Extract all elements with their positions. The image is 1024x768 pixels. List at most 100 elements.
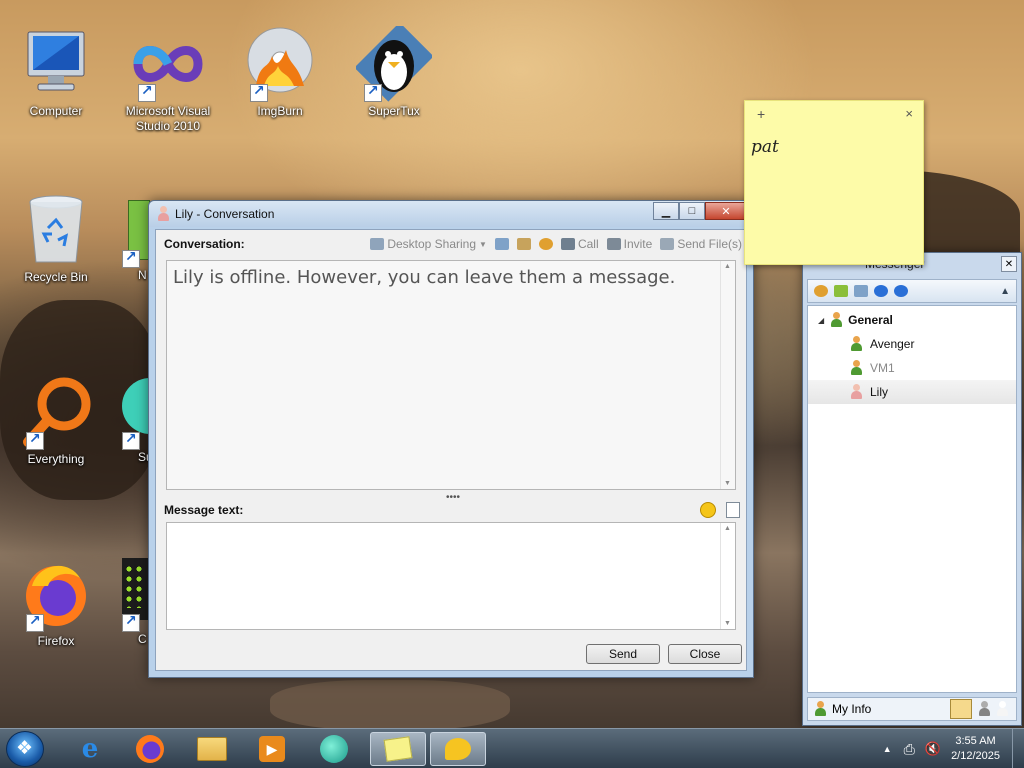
contact-item[interactable]: VM1 (808, 356, 1016, 380)
desktop-icon-label: Su (138, 450, 153, 464)
taskbar-messenger[interactable] (430, 732, 486, 766)
taskbar-media-player[interactable]: ▶ (244, 732, 300, 766)
close-window-button[interactable]: ✕ (705, 202, 747, 220)
firefox-icon (18, 556, 94, 632)
desktop-icon-partial-n[interactable]: N (120, 198, 150, 283)
monitor-icon (370, 238, 385, 250)
desktop-icon-supertux[interactable]: SuperTux (344, 22, 444, 119)
info-icon[interactable] (894, 285, 908, 297)
call-label: Call (577, 237, 599, 251)
clock-date: 2/12/2025 (951, 750, 1000, 762)
desktop-icon-everything[interactable]: Everything (6, 374, 106, 467)
sticky-note[interactable]: + × pat (744, 100, 924, 265)
collapse-toolbar-icon[interactable]: ▲ (1000, 286, 1010, 297)
status-offline-icon[interactable] (996, 701, 1008, 717)
message-input[interactable] (166, 522, 736, 630)
emoticon-icon[interactable] (700, 502, 716, 518)
help-icon[interactable] (874, 285, 888, 297)
messenger-close-button[interactable]: ✕ (1001, 256, 1017, 272)
clock[interactable]: 3:55 AM 2/12/2025 (941, 734, 1012, 764)
send-button[interactable]: Send (586, 644, 660, 664)
volume-muted-icon[interactable]: 🔇 (925, 741, 941, 757)
conversation-label: Conversation: (164, 237, 245, 251)
status-online-toggle[interactable] (950, 699, 972, 719)
taskbar-firefox[interactable] (122, 732, 178, 766)
settings-gear-icon[interactable] (814, 285, 828, 297)
history-icon[interactable] (854, 285, 868, 297)
contact-item-selected[interactable]: Lily (808, 380, 1016, 404)
offline-notice: Lily is offline. However, you can leave … (173, 267, 676, 288)
folder-icon (197, 737, 227, 761)
chevron-down-icon: ▼ (479, 239, 487, 249)
chat-bubble-icon (445, 738, 471, 760)
contact-item[interactable]: Avenger (808, 332, 1016, 356)
settings-gear-icon[interactable] (538, 238, 553, 250)
desktop-icon-partial-su[interactable]: Su (120, 374, 153, 465)
conversation-client-area: Conversation: Desktop Sharing ▼ Call Inv… (155, 229, 747, 671)
messenger-toolbar: ▲ (807, 279, 1017, 303)
media-player-icon: ▶ (259, 736, 285, 762)
desktop-icon-visual-studio[interactable]: Microsoft Visual Studio 2010 (118, 26, 218, 134)
expand-triangle-icon[interactable]: ◢ (818, 316, 824, 325)
app-icon (120, 198, 150, 268)
desktop-icon-imgburn[interactable]: ImgBurn (230, 26, 330, 119)
send-files-button[interactable]: Send File(s) (660, 237, 742, 251)
desktop-icon-label: Computer (29, 104, 83, 118)
contact-card-icon[interactable] (516, 238, 531, 250)
start-button[interactable] (6, 731, 44, 767)
my-info-button[interactable]: My Info (832, 702, 871, 716)
message-scrollbar[interactable] (720, 523, 735, 629)
history-scrollbar[interactable] (720, 261, 735, 489)
add-contact-icon[interactable] (834, 285, 848, 297)
taskbar-internet-explorer[interactable]: e (62, 732, 118, 766)
desktop-icon-label: Everything (27, 452, 85, 466)
window-controls: ▁ □ ✕ (653, 202, 747, 220)
close-button[interactable]: Close (668, 644, 742, 664)
font-format-icon[interactable] (726, 502, 740, 518)
conversation-history[interactable]: Lily is offline. However, you can leave … (166, 260, 736, 490)
clock-time: 3:55 AM (955, 735, 996, 747)
show-hidden-icons-button[interactable]: ▲ (883, 744, 892, 754)
desktop-icon-label: Microsoft Visual Studio 2010 (125, 104, 211, 133)
status-away-icon[interactable] (978, 701, 990, 717)
desktop-sharing-button[interactable]: Desktop Sharing ▼ (370, 237, 487, 251)
supertux-icon (354, 22, 434, 102)
taskbar-sticky-notes[interactable] (370, 732, 426, 766)
call-button[interactable]: Call (560, 237, 599, 251)
contact-offline-icon (850, 384, 862, 400)
desktop-icon-recycle-bin[interactable]: Recycle Bin (6, 192, 106, 285)
desktop-icon-partial-c[interactable]: C (120, 556, 150, 647)
app-icon (120, 374, 150, 450)
minimize-button[interactable]: ▁ (653, 202, 679, 220)
everything-search-icon (18, 374, 94, 450)
app-icon (120, 556, 150, 632)
firefox-icon (136, 735, 164, 763)
sticky-note-text[interactable]: pat (751, 137, 779, 157)
message-tools (700, 502, 746, 518)
message-toolbar: Message text: (156, 496, 746, 524)
shortcut-arrow-icon (26, 613, 44, 632)
conversation-window[interactable]: Lily - Conversation ▁ □ ✕ Conversation: … (148, 200, 754, 678)
maximize-button[interactable]: □ (679, 202, 705, 220)
contact-offline-icon (157, 206, 169, 222)
history-icon[interactable] (494, 238, 509, 250)
new-note-button[interactable]: + (757, 106, 765, 122)
network-icon[interactable]: ⎙ (904, 741, 915, 758)
scenery-rock (270, 680, 510, 730)
taskbar-app-circle[interactable] (306, 732, 362, 766)
window-title: Lily - Conversation (175, 207, 275, 221)
invite-button[interactable]: Invite (606, 237, 652, 251)
internet-explorer-icon: e (81, 734, 99, 764)
shortcut-arrow-icon (122, 249, 140, 268)
messenger-window[interactable]: Messenger ✕ ▲ ◢ General Avenger VM1 Lily… (802, 252, 1022, 726)
people-icon (606, 238, 621, 250)
messenger-status-bar: My Info (807, 697, 1017, 721)
contact-group-general[interactable]: ◢ General (808, 306, 1016, 328)
show-desktop-button[interactable] (1012, 729, 1024, 768)
my-info-icon (814, 701, 826, 717)
contact-list: ◢ General Avenger VM1 Lily (807, 305, 1017, 693)
delete-note-button[interactable]: × (905, 106, 913, 121)
desktop-icon-firefox[interactable]: Firefox (6, 556, 106, 649)
taskbar-file-explorer[interactable] (184, 732, 240, 766)
desktop-icon-computer[interactable]: Computer (6, 26, 106, 119)
